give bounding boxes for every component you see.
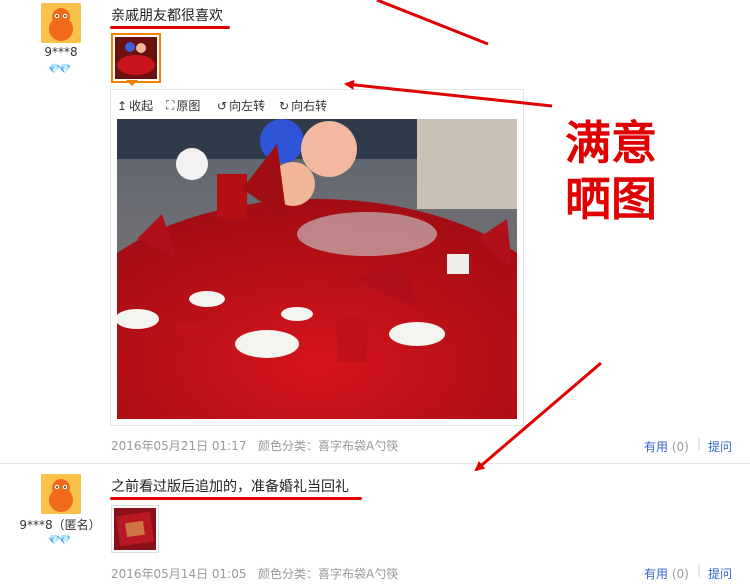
review-comment: 之前看过版后追加的，准备婚礼当回礼 xyxy=(111,479,349,495)
annotation-line-1: 满意 xyxy=(565,116,657,170)
review-username: 9***8（匿名） xyxy=(19,518,101,532)
annotation-line-2: 晒图 xyxy=(565,172,657,226)
review-date: 2016年05月14日 01:05 xyxy=(111,567,247,581)
rotate-left-icon: ↺ xyxy=(217,98,228,113)
annotation-label: 满意 晒图 xyxy=(565,115,675,227)
arrow-up-icon: ↥ xyxy=(117,98,128,113)
thumbnail-caret xyxy=(126,80,138,86)
review-username: 9***8 xyxy=(44,45,78,59)
rotate-right-button[interactable]: ↻ 向右转 xyxy=(279,97,327,114)
avatar xyxy=(41,3,81,43)
expand-icon: ⛶ xyxy=(166,98,175,112)
review-photo-large xyxy=(117,119,517,419)
collapse-button[interactable]: ↥ 收起 xyxy=(117,97,153,114)
action-separator: | xyxy=(697,436,702,450)
useful-button[interactable]: 有用 (0) xyxy=(644,565,689,582)
review-divider xyxy=(0,463,750,464)
original-image-button[interactable]: ⛶ 原图 xyxy=(166,97,200,114)
review-sku: 颜色分类：喜字布袋A勺筷 xyxy=(258,439,399,453)
rotate-right-icon: ↻ xyxy=(279,98,290,113)
review-photo-thumbnail[interactable] xyxy=(111,33,161,83)
useful-count: (0) xyxy=(671,440,689,454)
gift-bag-thumbnail-image xyxy=(114,508,156,550)
comment-underline xyxy=(110,26,230,29)
annotation-arrow xyxy=(376,0,489,46)
action-separator: | xyxy=(697,563,702,577)
comment-underline xyxy=(110,497,362,500)
rotate-left-button[interactable]: ↺ 向左转 xyxy=(217,97,265,114)
banquet-table-image xyxy=(117,119,517,419)
useful-button[interactable]: 有用 (0) xyxy=(644,438,689,455)
buyer-level-gems: 💎💎 xyxy=(48,535,71,546)
review-photo-thumbnail[interactable] xyxy=(111,505,159,553)
ask-question-link[interactable]: 提问 xyxy=(708,565,732,582)
banquet-thumbnail-image xyxy=(115,37,157,79)
useful-count: (0) xyxy=(671,567,689,581)
buyer-level-gems: 💎💎 xyxy=(48,64,71,75)
mascot-icon xyxy=(41,474,81,514)
review-sku: 颜色分类：喜字布袋A勺筷 xyxy=(258,567,399,581)
avatar xyxy=(41,474,81,514)
review-comment: 亲戚朋友都很喜欢 xyxy=(111,8,223,24)
mascot-icon xyxy=(41,3,81,43)
ask-question-link[interactable]: 提问 xyxy=(708,438,732,455)
review-date: 2016年05月21日 01:17 xyxy=(111,439,247,453)
